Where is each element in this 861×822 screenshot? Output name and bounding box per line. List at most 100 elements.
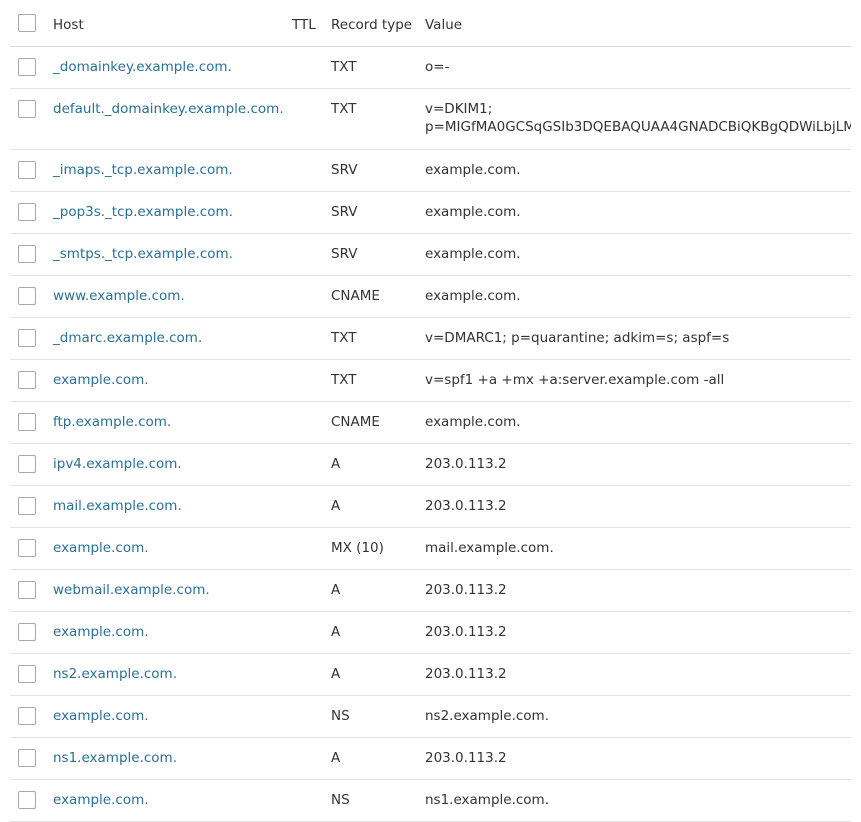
- table-row: _dmarc.example.com. TXT v=DMARC1; p=quaran…: [10, 318, 851, 360]
- value-line: example.com.: [425, 246, 521, 262]
- row-checkbox[interactable]: [18, 455, 36, 473]
- row-checkbox[interactable]: [18, 329, 36, 347]
- host-link[interactable]: webmail.example.com.: [53, 581, 210, 599]
- value-line: 203.0.113.2: [425, 582, 507, 598]
- table-row: mail.example.com. A 203.0.113.2: [10, 486, 851, 528]
- record-type-cell: TXT: [331, 372, 357, 388]
- row-checkbox[interactable]: [18, 287, 36, 305]
- row-checkbox[interactable]: [18, 665, 36, 683]
- table-header: Host TTL Record type Value: [10, 0, 851, 47]
- row-checkbox[interactable]: [18, 371, 36, 389]
- value-cell: o=-: [425, 58, 851, 76]
- table-row: example.com. MX (10) mail.example.com.: [10, 528, 851, 570]
- row-checkbox[interactable]: [18, 707, 36, 725]
- row-checkbox[interactable]: [18, 749, 36, 767]
- host-link[interactable]: _domainkey.example.com.: [53, 58, 232, 76]
- host-column-header[interactable]: Host: [53, 16, 84, 34]
- table-row: example.com. NS ns1.example.com.: [10, 780, 851, 822]
- value-cell: 203.0.113.2: [425, 455, 851, 473]
- record-type-cell: A: [331, 456, 341, 472]
- value-cell: example.com.: [425, 413, 851, 431]
- value-cell: example.com.: [425, 161, 851, 179]
- value-cell: 203.0.113.2: [425, 623, 851, 641]
- row-checkbox[interactable]: [18, 245, 36, 263]
- host-link[interactable]: _smtps._tcp.example.com.: [53, 245, 233, 263]
- value-line: 203.0.113.2: [425, 750, 507, 766]
- value-cell: example.com.: [425, 203, 851, 221]
- value-cell: example.com.: [425, 245, 851, 263]
- record-type-cell: NS: [331, 708, 350, 724]
- record-type-cell: A: [331, 498, 341, 514]
- record-type-cell: TXT: [331, 330, 357, 346]
- value-line: mail.example.com.: [425, 540, 554, 556]
- record-type-cell: A: [331, 624, 341, 640]
- record-type-column-header[interactable]: Record type: [331, 16, 412, 34]
- record-type-cell: SRV: [331, 162, 358, 178]
- record-type-cell: A: [331, 582, 341, 598]
- value-line: 203.0.113.2: [425, 498, 507, 514]
- record-type-cell: TXT: [331, 101, 357, 117]
- host-link[interactable]: ns1.example.com.: [53, 749, 177, 767]
- row-checkbox[interactable]: [18, 581, 36, 599]
- host-link[interactable]: mail.example.com.: [53, 497, 182, 515]
- record-type-cell: SRV: [331, 246, 358, 262]
- value-line: v=DMARC1; p=quarantine; adkim=s; aspf=s: [425, 330, 730, 346]
- table-row: ipv4.example.com. A 203.0.113.2: [10, 444, 851, 486]
- row-checkbox[interactable]: [18, 623, 36, 641]
- table-row: webmail.example.com. A 203.0.113.2: [10, 570, 851, 612]
- dns-records-table: Host TTL Record type Value _domainkey.ex…: [10, 0, 851, 822]
- host-link[interactable]: example.com.: [53, 371, 149, 389]
- select-all-checkbox[interactable]: [18, 14, 36, 32]
- record-type-cell: NS: [331, 792, 350, 808]
- row-checkbox[interactable]: [18, 791, 36, 809]
- row-checkbox[interactable]: [18, 413, 36, 431]
- table-row: example.com. TXT v=spf1 +a +mx +a:server.e…: [10, 360, 851, 402]
- value-cell: v=DMARC1; p=quarantine; adkim=s; aspf=s: [425, 329, 851, 347]
- table-row: _domainkey.example.com. TXT o=-: [10, 47, 851, 89]
- record-type-cell: A: [331, 666, 341, 682]
- row-checkbox[interactable]: [18, 100, 36, 118]
- record-type-cell: SRV: [331, 204, 358, 220]
- table-row: example.com. A 203.0.113.2: [10, 612, 851, 654]
- host-link[interactable]: _dmarc.example.com.: [53, 329, 202, 347]
- value-line: example.com.: [425, 288, 521, 304]
- value-cell: v=spf1 +a +mx +a:server.example.com -all: [425, 371, 851, 389]
- value-cell: ns1.example.com.: [425, 791, 851, 809]
- table-row: example.com. NS ns2.example.com.: [10, 696, 851, 738]
- row-checkbox[interactable]: [18, 497, 36, 515]
- table-row: ns1.example.com. A 203.0.113.2: [10, 738, 851, 780]
- host-link[interactable]: default._domainkey.example.com.: [53, 100, 284, 118]
- value-line: example.com.: [425, 204, 521, 220]
- record-type-cell: TXT: [331, 59, 357, 75]
- row-checkbox[interactable]: [18, 539, 36, 557]
- table-row: default._domainkey.example.com. TXT v=DKIM…: [10, 89, 851, 150]
- value-line: 203.0.113.2: [425, 456, 507, 472]
- host-link[interactable]: example.com.: [53, 707, 149, 725]
- host-link[interactable]: _imaps._tcp.example.com.: [53, 161, 233, 179]
- value-line: o=-: [425, 59, 450, 75]
- host-link[interactable]: example.com.: [53, 539, 149, 557]
- ttl-column-header[interactable]: TTL: [292, 16, 316, 34]
- host-link[interactable]: ftp.example.com.: [53, 413, 171, 431]
- value-cell: ns2.example.com.: [425, 707, 851, 725]
- value-cell: example.com.: [425, 287, 851, 305]
- value-cell: 203.0.113.2: [425, 581, 851, 599]
- value-cell: 203.0.113.2: [425, 665, 851, 683]
- value-cell: v=DKIM1; p=MIGfMA0GCSqGSIb3DQEBAQUAA4GNAD…: [425, 100, 851, 136]
- value-line: ns2.example.com.: [425, 708, 549, 724]
- table-row: _pop3s._tcp.example.com. SRV example.com.: [10, 192, 851, 234]
- value-line: ns1.example.com.: [425, 792, 549, 808]
- host-link[interactable]: _pop3s._tcp.example.com.: [53, 203, 233, 221]
- host-link[interactable]: example.com.: [53, 791, 149, 809]
- host-link[interactable]: ipv4.example.com.: [53, 455, 182, 473]
- value-column-header[interactable]: Value: [425, 16, 851, 34]
- row-checkbox[interactable]: [18, 203, 36, 221]
- value-cell: 203.0.113.2: [425, 497, 851, 515]
- host-link[interactable]: ns2.example.com.: [53, 665, 177, 683]
- row-checkbox[interactable]: [18, 161, 36, 179]
- table-row: www.example.com. CNAME example.com.: [10, 276, 851, 318]
- host-link[interactable]: example.com.: [53, 623, 149, 641]
- host-link[interactable]: www.example.com.: [53, 287, 185, 305]
- table-row: ftp.example.com. CNAME example.com.: [10, 402, 851, 444]
- row-checkbox[interactable]: [18, 58, 36, 76]
